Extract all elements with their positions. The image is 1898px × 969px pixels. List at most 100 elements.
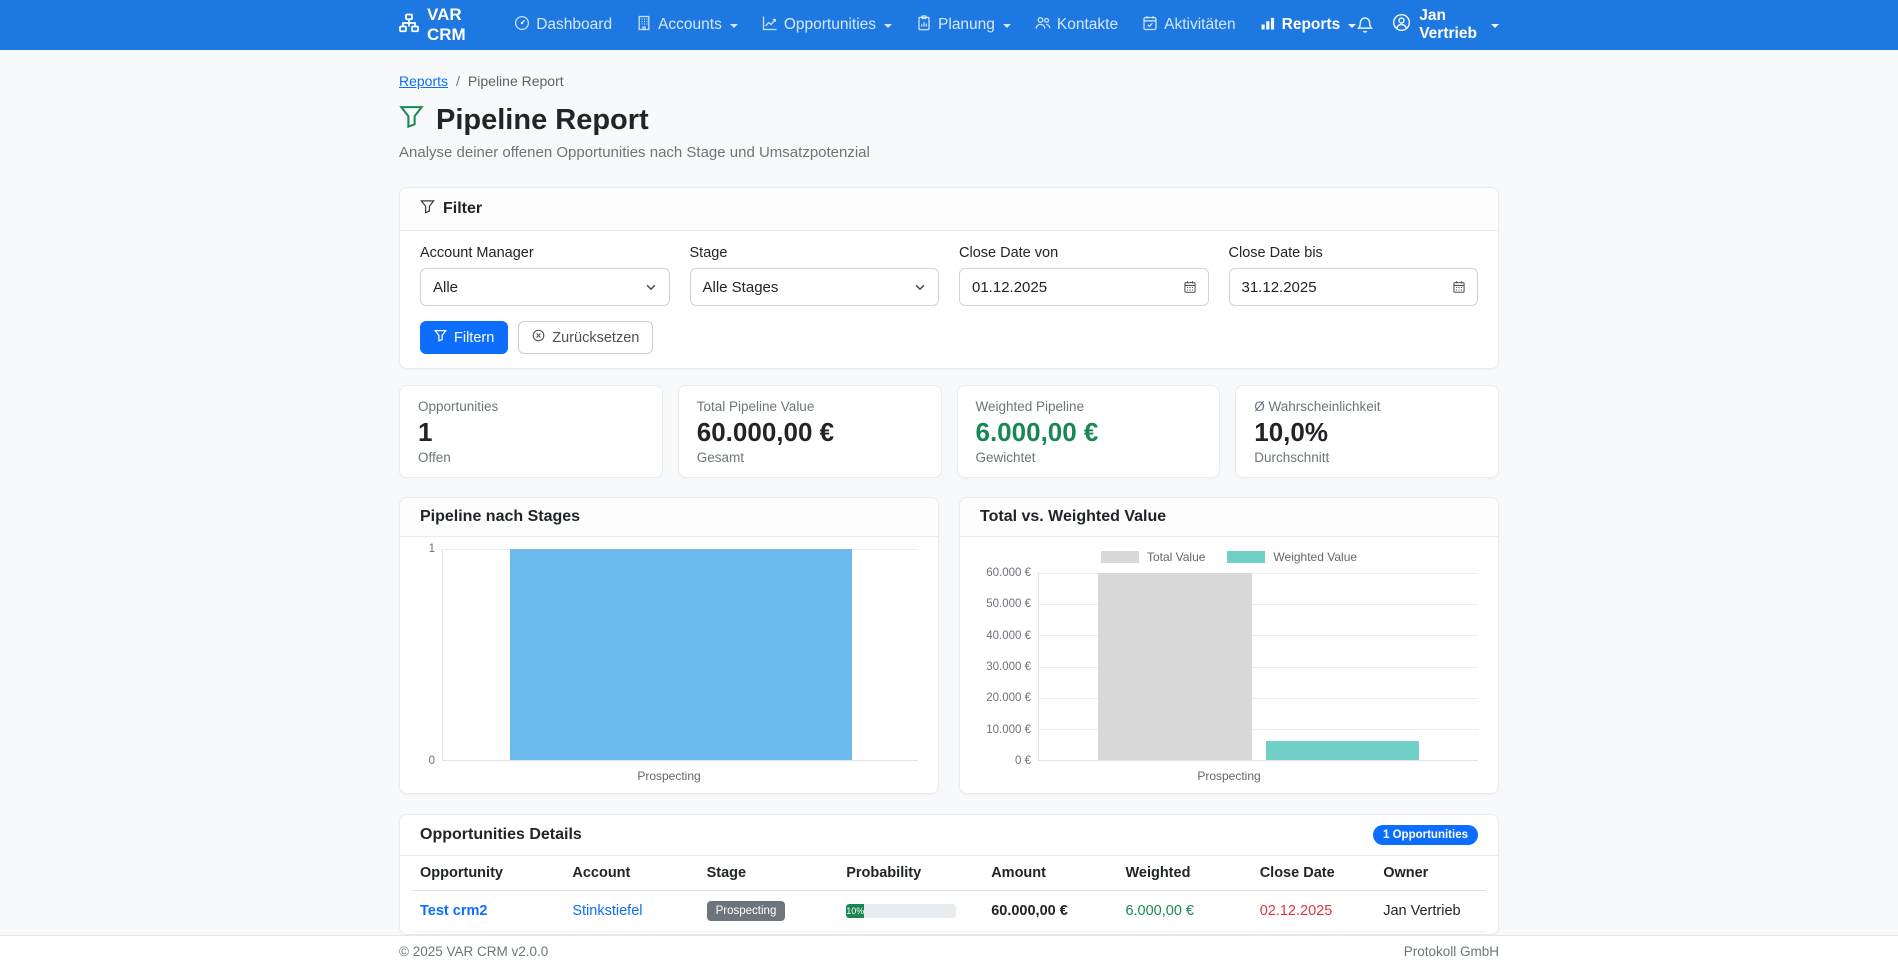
- graph-up-icon: [762, 15, 778, 36]
- top-navbar: VAR CRM Dashboard Accounts Opportunities…: [0, 0, 1898, 50]
- opportunities-table-card: Opportunities Details 1 Opportunities Op…: [399, 814, 1499, 935]
- nav-label: Opportunities: [783, 16, 877, 33]
- chart-legend: Total Value Weighted Value: [980, 549, 1478, 565]
- stage-value: Alle Stages: [702, 278, 779, 296]
- stat-sub: Gewichtet: [975, 450, 1036, 465]
- stat-value: 1: [418, 417, 433, 447]
- weighted-cell: 6.000,00 €: [1115, 890, 1250, 932]
- nav-accounts[interactable]: Accounts: [636, 15, 738, 36]
- stage-select[interactable]: Alle Stages: [689, 268, 939, 306]
- org-chart-icon: [399, 13, 419, 38]
- col-close-date: Close Date: [1249, 856, 1374, 891]
- table-row: Test crm2 Stinkstiefel Prospecting 10% 6…: [412, 890, 1486, 932]
- nav-dashboard[interactable]: Dashboard: [514, 15, 612, 36]
- user-name: Jan Vertrieb: [1419, 7, 1477, 42]
- account-manager-select[interactable]: Alle: [420, 268, 670, 306]
- breadcrumb-current: Pipeline Report: [467, 73, 564, 89]
- account-manager-value: Alle: [433, 278, 459, 296]
- y-axis: 60.000 €50.000 €40.000 €30.000 €20.000 €…: [986, 567, 1031, 767]
- close-date-bis-value: 31.12.2025: [1241, 278, 1317, 296]
- nav-planung[interactable]: Planung: [916, 14, 1011, 36]
- y-axis: 10: [428, 543, 435, 767]
- close-date-bis-input[interactable]: 31.12.2025: [1228, 268, 1478, 306]
- bar-chart-icon: [1260, 15, 1276, 36]
- x-axis: Prospecting: [1197, 769, 1261, 783]
- page-title-text: Pipeline Report: [436, 104, 649, 136]
- stat-sub: Offen: [418, 450, 451, 465]
- breadcrumb-reports-link[interactable]: Reports: [399, 73, 448, 89]
- filter-apply-button[interactable]: Filtern: [420, 321, 509, 354]
- x-axis: Prospecting: [637, 769, 701, 783]
- person-circle-icon: [1392, 13, 1411, 37]
- speedometer-icon: [514, 15, 530, 36]
- close-date-von-input[interactable]: 01.12.2025: [959, 268, 1209, 306]
- calendar-icon: [1452, 280, 1466, 294]
- nav-aktivitaeten[interactable]: Aktivitäten: [1142, 15, 1236, 36]
- nav-kontakte[interactable]: Kontakte: [1035, 15, 1118, 36]
- probability-fill: 10%: [846, 904, 865, 918]
- col-amount: Amount: [981, 856, 1116, 891]
- nav-reports[interactable]: Reports: [1260, 15, 1357, 36]
- calendar-check-icon: [1142, 15, 1158, 36]
- filter-title: Filter: [443, 200, 483, 217]
- stat-sub: Gesamt: [696, 450, 745, 465]
- filter-reset-label: Zurücksetzen: [552, 329, 640, 346]
- col-opportunity: Opportunity: [412, 856, 563, 891]
- close-date-cell: 02.12.2025: [1249, 890, 1374, 932]
- building-icon: [636, 15, 652, 36]
- chevron-down-icon: [644, 280, 658, 294]
- amount-cell: 60.000,00 €: [981, 890, 1116, 932]
- stat-label: Weighted Pipeline: [975, 399, 1085, 414]
- opportunity-link[interactable]: Test crm2: [420, 903, 487, 919]
- filter-reset-button[interactable]: Zurücksetzen: [518, 321, 654, 354]
- x-circle-icon: [532, 329, 545, 346]
- brand[interactable]: VAR CRM: [399, 5, 488, 45]
- clipboard-chart-icon: [916, 14, 932, 36]
- stat-label: Total Pipeline Value: [696, 399, 815, 414]
- nav-label: Dashboard: [536, 16, 613, 33]
- stat-value: 60.000,00 €: [696, 417, 835, 447]
- chart-bar: [1097, 573, 1252, 760]
- opportunities-count-badge[interactable]: 1 Opportunities: [1373, 825, 1478, 845]
- probability-bar: 10%: [846, 904, 957, 918]
- stat-label: Opportunities: [418, 399, 499, 414]
- stat-card-probability: Ø Wahrscheinlichkeit 10,0% Durchschnitt: [1235, 385, 1499, 478]
- breadcrumb-separator: /: [456, 73, 460, 89]
- stat-label: Ø Wahrscheinlichkeit: [1254, 399, 1381, 414]
- calendar-icon: [1183, 280, 1197, 294]
- close-date-von-value: 01.12.2025: [972, 278, 1048, 296]
- people-icon: [1035, 15, 1051, 36]
- chart-total-weighted: Total vs. Weighted Value Total Value Weig…: [959, 497, 1499, 794]
- stage-field: Stage Alle Stages: [689, 245, 939, 306]
- close-date-bis-field: Close Date bis 31.12.2025: [1228, 245, 1478, 306]
- nav-label: Accounts: [658, 16, 722, 33]
- nav-opportunities[interactable]: Opportunities: [762, 15, 893, 36]
- filter-card-header: Filter: [400, 188, 1498, 231]
- table-title: Opportunities Details: [420, 826, 582, 843]
- notifications-bell-icon[interactable]: [1356, 16, 1374, 34]
- page-title: Pipeline Report: [399, 104, 1499, 137]
- close-date-bis-label: Close Date bis: [1228, 245, 1323, 261]
- breadcrumb: Reports / Pipeline Report: [399, 73, 1499, 89]
- chart-title: Pipeline nach Stages: [400, 498, 938, 537]
- stat-card-opportunities: Opportunities 1 Offen: [399, 385, 663, 478]
- account-link[interactable]: Stinkstiefel: [572, 903, 642, 919]
- chevron-down-icon: [913, 280, 927, 294]
- user-menu[interactable]: Jan Vertrieb: [1392, 7, 1499, 43]
- chart-title: Total vs. Weighted Value: [960, 498, 1498, 537]
- main-content: Reports / Pipeline Report Pipeline Repor…: [399, 50, 1499, 935]
- chevron-down-icon: [1002, 24, 1011, 28]
- stage-badge: Prospecting: [706, 901, 786, 921]
- nav-label: Aktivitäten: [1164, 16, 1236, 33]
- stat-value: 6.000,00 €: [975, 417, 1099, 447]
- stat-sub: Durchschnitt: [1254, 450, 1330, 465]
- account-manager-field: Account Manager Alle: [420, 245, 670, 306]
- filter-apply-label: Filtern: [454, 329, 495, 346]
- plot-area: [442, 549, 918, 761]
- funnel-icon: [399, 104, 424, 137]
- col-probability: Probability: [836, 856, 982, 891]
- close-date-von-field: Close Date von 01.12.2025: [959, 245, 1209, 306]
- col-owner: Owner: [1373, 856, 1486, 891]
- chevron-down-icon: [884, 24, 893, 28]
- filter-card: Filter Account Manager Alle Stage Alle S…: [399, 187, 1499, 369]
